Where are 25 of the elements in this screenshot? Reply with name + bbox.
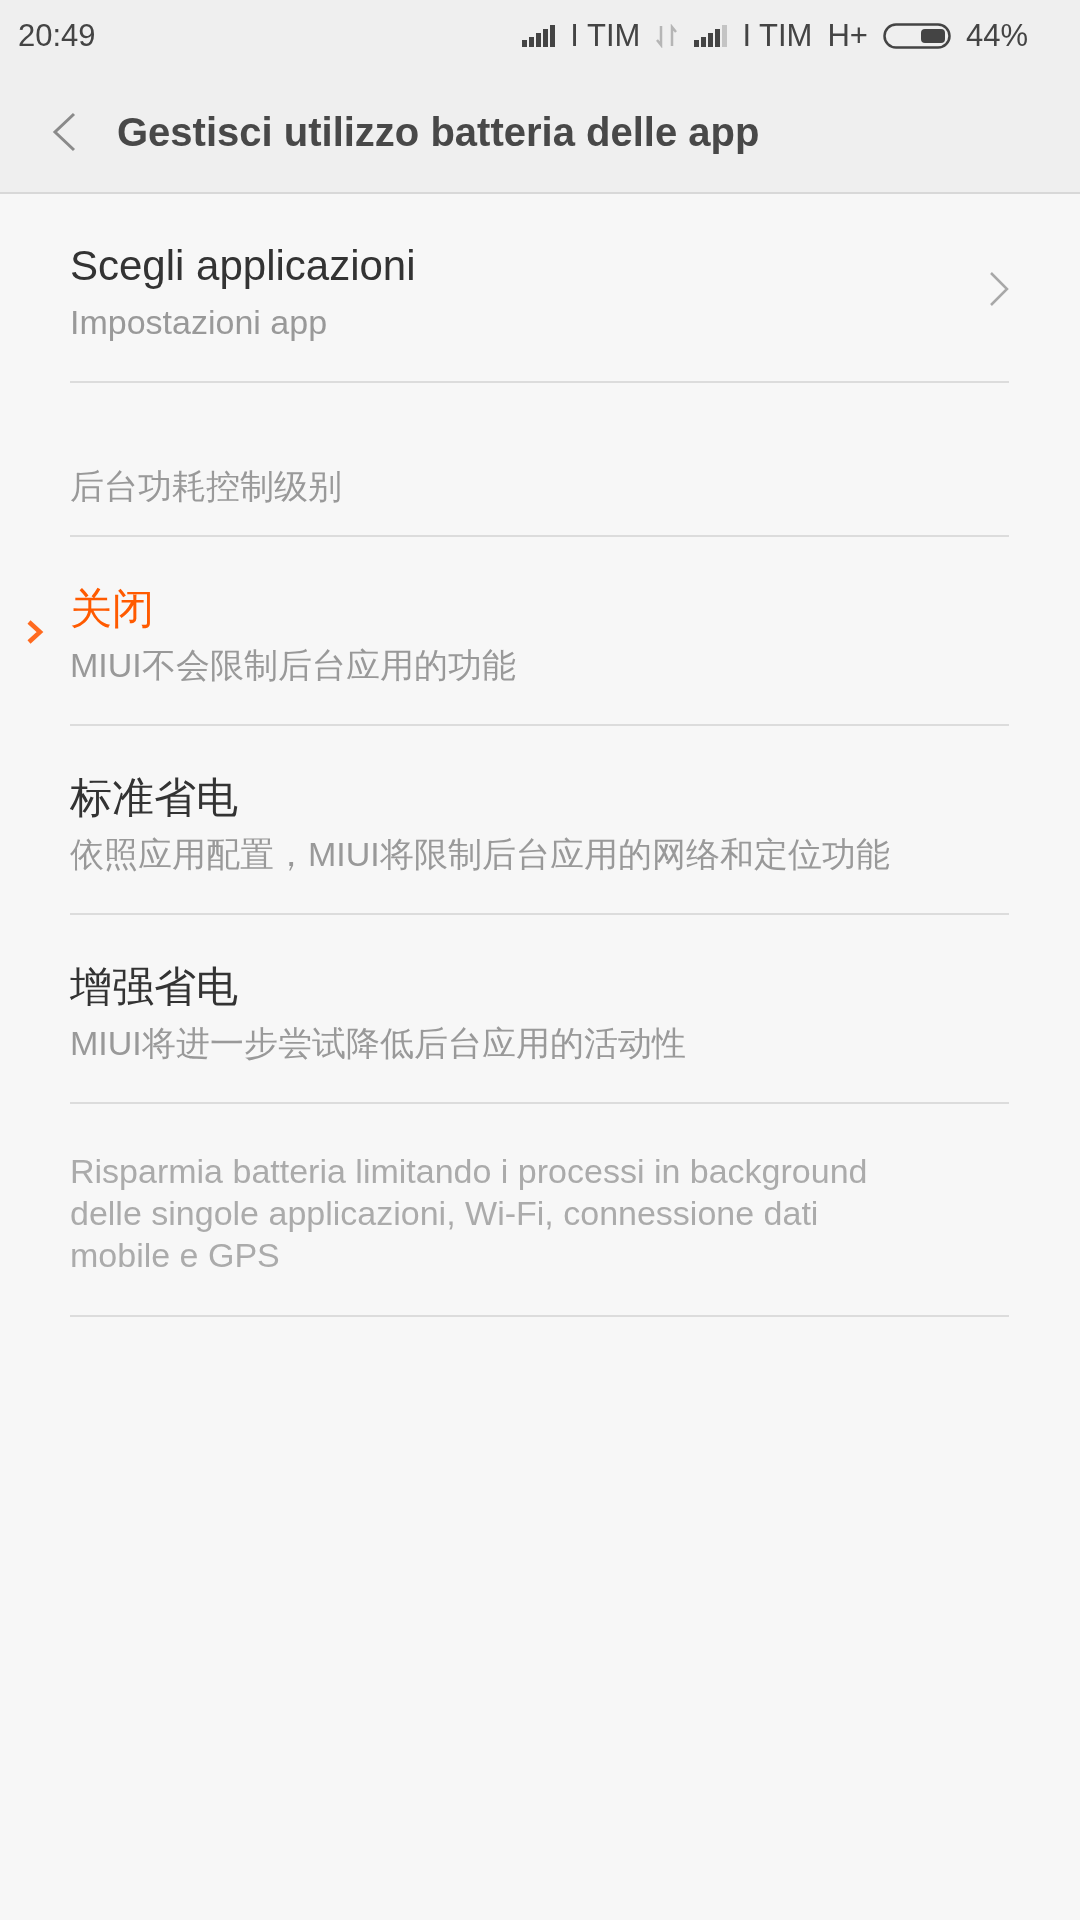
carrier-name: I TIM [742,18,813,54]
battery-percentage: 44% [965,18,1028,54]
carrier-name: I TIM [570,18,641,54]
row-subtitle: Impostazioni app [70,302,329,343]
signal-icon [522,25,556,47]
clock-time: 20:49 [18,18,96,54]
power-mode-option[interactable]: 增强省电 MIUI将进一步尝试降低后台应用的活动性 [0,915,1080,1104]
battery-icon [882,23,951,49]
settings-row[interactable]: Scegli applicazioni Impostazioni app [0,194,1080,383]
option-title: 标准省电 [70,773,239,823]
row-title: Scegli applicazioni [70,241,417,291]
page-title: Gestisci utilizzo batteria delle app [117,109,760,156]
chevron-right-icon [989,271,1009,307]
option-title: 增强省电 [70,962,239,1012]
option-description: MIUI不会限制后台应用的功能 [70,645,517,686]
power-mode-option[interactable]: 标准省电 依照应用配置，MIUI将限制后台应用的网络和定位功能 [0,726,1080,915]
network-type: H+ [827,18,868,54]
section-heading: 后台功耗控制级别 [70,466,342,507]
option-description: MIUI将进一步尝试降低后台应用的活动性 [70,1023,687,1064]
back-icon [52,112,76,152]
footer-note: Risparmia batteria limitando i processi in background delle singole applicazioni, Wi-Fi, connessione dati mobile e GPS [70,1151,869,1276]
option-title: 关闭 [70,584,155,634]
signal-icon [694,25,728,47]
selected-chevron-icon [26,618,44,645]
option-description: 依照应用配置，MIUI将限制后台应用的网络和定位功能 [70,834,891,875]
